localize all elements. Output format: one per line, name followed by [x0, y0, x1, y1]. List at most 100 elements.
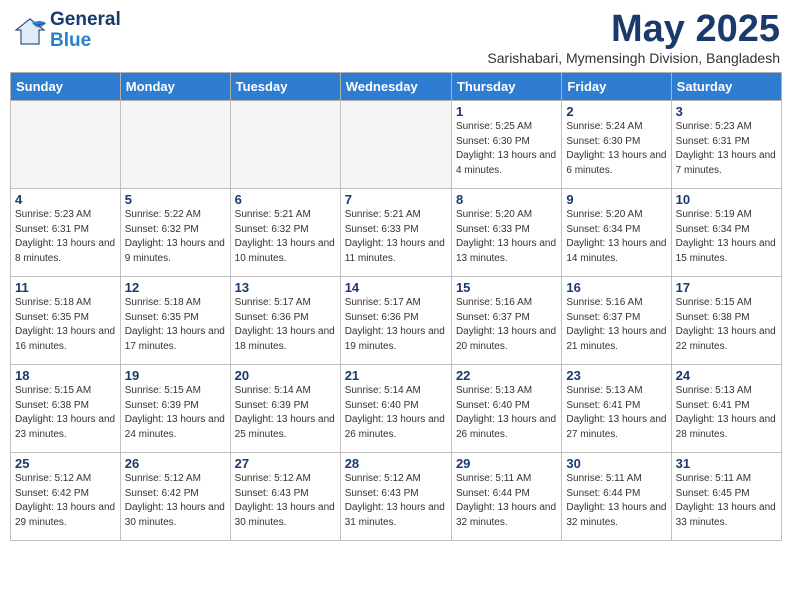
day-number: 29	[456, 456, 557, 471]
day-number: 21	[345, 368, 447, 383]
calendar-day-15: 15Sunrise: 5:16 AM Sunset: 6:37 PM Dayli…	[451, 277, 561, 365]
logo-blue-text: Blue	[50, 31, 121, 52]
calendar-empty-cell	[230, 101, 340, 189]
day-info: Sunrise: 5:13 AM Sunset: 6:41 PM Dayligh…	[566, 384, 666, 442]
calendar-day-14: 14Sunrise: 5:17 AM Sunset: 6:36 PM Dayli…	[340, 277, 451, 365]
day-number: 11	[15, 280, 116, 295]
day-info: Sunrise: 5:14 AM Sunset: 6:39 PM Dayligh…	[235, 384, 336, 442]
calendar-day-29: 29Sunrise: 5:11 AM Sunset: 6:44 PM Dayli…	[451, 453, 561, 541]
day-number: 10	[676, 192, 777, 207]
day-info: Sunrise: 5:15 AM Sunset: 6:38 PM Dayligh…	[676, 296, 777, 354]
day-number: 20	[235, 368, 336, 383]
day-number: 28	[345, 456, 447, 471]
day-number: 16	[566, 280, 666, 295]
calendar-week-row: 4Sunrise: 5:23 AM Sunset: 6:31 PM Daylig…	[11, 189, 782, 277]
calendar-day-17: 17Sunrise: 5:15 AM Sunset: 6:38 PM Dayli…	[671, 277, 781, 365]
day-info: Sunrise: 5:12 AM Sunset: 6:43 PM Dayligh…	[345, 472, 447, 530]
calendar-day-7: 7Sunrise: 5:21 AM Sunset: 6:33 PM Daylig…	[340, 189, 451, 277]
title-section: May 2025 Sarishabari, Mymensingh Divisio…	[487, 10, 780, 66]
day-info: Sunrise: 5:20 AM Sunset: 6:33 PM Dayligh…	[456, 208, 557, 266]
day-number: 14	[345, 280, 447, 295]
day-info: Sunrise: 5:11 AM Sunset: 6:44 PM Dayligh…	[566, 472, 666, 530]
calendar-day-3: 3Sunrise: 5:23 AM Sunset: 6:31 PM Daylig…	[671, 101, 781, 189]
calendar-day-19: 19Sunrise: 5:15 AM Sunset: 6:39 PM Dayli…	[120, 365, 230, 453]
calendar-day-24: 24Sunrise: 5:13 AM Sunset: 6:41 PM Dayli…	[671, 365, 781, 453]
day-number: 31	[676, 456, 777, 471]
day-number: 12	[125, 280, 226, 295]
calendar-day-20: 20Sunrise: 5:14 AM Sunset: 6:39 PM Dayli…	[230, 365, 340, 453]
day-number: 4	[15, 192, 116, 207]
calendar-day-30: 30Sunrise: 5:11 AM Sunset: 6:44 PM Dayli…	[562, 453, 671, 541]
day-info: Sunrise: 5:18 AM Sunset: 6:35 PM Dayligh…	[125, 296, 226, 354]
calendar-day-26: 26Sunrise: 5:12 AM Sunset: 6:42 PM Dayli…	[120, 453, 230, 541]
day-info: Sunrise: 5:11 AM Sunset: 6:45 PM Dayligh…	[676, 472, 777, 530]
day-number: 8	[456, 192, 557, 207]
calendar-day-2: 2Sunrise: 5:24 AM Sunset: 6:30 PM Daylig…	[562, 101, 671, 189]
day-info: Sunrise: 5:13 AM Sunset: 6:41 PM Dayligh…	[676, 384, 777, 442]
day-number: 24	[676, 368, 777, 383]
day-info: Sunrise: 5:20 AM Sunset: 6:34 PM Dayligh…	[566, 208, 666, 266]
day-number: 26	[125, 456, 226, 471]
day-info: Sunrise: 5:21 AM Sunset: 6:32 PM Dayligh…	[235, 208, 336, 266]
calendar-empty-cell	[11, 101, 121, 189]
weekday-header-thursday: Thursday	[451, 73, 561, 101]
calendar-day-13: 13Sunrise: 5:17 AM Sunset: 6:36 PM Dayli…	[230, 277, 340, 365]
day-number: 6	[235, 192, 336, 207]
calendar-day-27: 27Sunrise: 5:12 AM Sunset: 6:43 PM Dayli…	[230, 453, 340, 541]
day-number: 27	[235, 456, 336, 471]
calendar-day-9: 9Sunrise: 5:20 AM Sunset: 6:34 PM Daylig…	[562, 189, 671, 277]
day-number: 25	[15, 456, 116, 471]
location: Sarishabari, Mymensingh Division, Bangla…	[487, 50, 780, 66]
day-info: Sunrise: 5:17 AM Sunset: 6:36 PM Dayligh…	[345, 296, 447, 354]
calendar-day-12: 12Sunrise: 5:18 AM Sunset: 6:35 PM Dayli…	[120, 277, 230, 365]
day-number: 13	[235, 280, 336, 295]
day-info: Sunrise: 5:25 AM Sunset: 6:30 PM Dayligh…	[456, 120, 557, 178]
calendar-day-21: 21Sunrise: 5:14 AM Sunset: 6:40 PM Dayli…	[340, 365, 451, 453]
day-number: 30	[566, 456, 666, 471]
day-info: Sunrise: 5:17 AM Sunset: 6:36 PM Dayligh…	[235, 296, 336, 354]
day-info: Sunrise: 5:18 AM Sunset: 6:35 PM Dayligh…	[15, 296, 116, 354]
calendar-week-row: 25 Sunrise: 5:12 AM Sunset: 6:42 PM Dayli…	[11, 453, 782, 541]
day-info: Sunrise: 5:23 AM Sunset: 6:31 PM Dayligh…	[676, 120, 777, 178]
calendar-day-6: 6Sunrise: 5:21 AM Sunset: 6:32 PM Daylig…	[230, 189, 340, 277]
calendar-day-11: 11Sunrise: 5:18 AM Sunset: 6:35 PM Dayli…	[11, 277, 121, 365]
weekday-header-sunday: Sunday	[11, 73, 121, 101]
calendar-table: SundayMondayTuesdayWednesdayThursdayFrid…	[10, 72, 782, 541]
day-info: Sunrise: 5:19 AM Sunset: 6:34 PM Dayligh…	[676, 208, 777, 266]
calendar-day-23: 23Sunrise: 5:13 AM Sunset: 6:41 PM Dayli…	[562, 365, 671, 453]
weekday-header-friday: Friday	[562, 73, 671, 101]
day-number: 18	[15, 368, 116, 383]
logo-icon	[12, 15, 48, 47]
logo: General Blue	[12, 10, 121, 52]
weekday-header-monday: Monday	[120, 73, 230, 101]
day-info: Sunrise: 5:22 AM Sunset: 6:32 PM Dayligh…	[125, 208, 226, 266]
day-number: 7	[345, 192, 447, 207]
day-number: 22	[456, 368, 557, 383]
calendar-week-row: 11Sunrise: 5:18 AM Sunset: 6:35 PM Dayli…	[11, 277, 782, 365]
weekday-header-tuesday: Tuesday	[230, 73, 340, 101]
day-info: Sunrise: 5:13 AM Sunset: 6:40 PM Dayligh…	[456, 384, 557, 442]
day-info: Sunrise: 5:12 AM Sunset: 6:42 PM Dayligh…	[125, 472, 226, 530]
day-info: Sunrise: 5:14 AM Sunset: 6:40 PM Dayligh…	[345, 384, 447, 442]
calendar-day-10: 10Sunrise: 5:19 AM Sunset: 6:34 PM Dayli…	[671, 189, 781, 277]
day-info: Sunrise: 5:24 AM Sunset: 6:30 PM Dayligh…	[566, 120, 666, 178]
calendar-empty-cell	[120, 101, 230, 189]
day-number: 19	[125, 368, 226, 383]
calendar-empty-cell	[340, 101, 451, 189]
day-info: Sunrise: 5:12 AM Sunset: 6:43 PM Dayligh…	[235, 472, 336, 530]
day-info: Sunrise: 5:15 AM Sunset: 6:39 PM Dayligh…	[125, 384, 226, 442]
logo-general-text: General	[50, 10, 121, 31]
day-info: Sunrise: 5:23 AM Sunset: 6:31 PM Dayligh…	[15, 208, 116, 266]
day-number: 17	[676, 280, 777, 295]
weekday-header-wednesday: Wednesday	[340, 73, 451, 101]
calendar-day-4: 4Sunrise: 5:23 AM Sunset: 6:31 PM Daylig…	[11, 189, 121, 277]
month-title: May 2025	[487, 10, 780, 48]
day-info: Sunrise: 5:21 AM Sunset: 6:33 PM Dayligh…	[345, 208, 447, 266]
weekday-header-row: SundayMondayTuesdayWednesdayThursdayFrid…	[11, 73, 782, 101]
calendar-day-31: 31Sunrise: 5:11 AM Sunset: 6:45 PM Dayli…	[671, 453, 781, 541]
day-info: Sunrise: 5:15 AM Sunset: 6:38 PM Dayligh…	[15, 384, 116, 442]
calendar-week-row: 1Sunrise: 5:25 AM Sunset: 6:30 PM Daylig…	[11, 101, 782, 189]
day-number: 3	[676, 104, 777, 119]
day-number: 15	[456, 280, 557, 295]
calendar-day-16: 16Sunrise: 5:16 AM Sunset: 6:37 PM Dayli…	[562, 277, 671, 365]
